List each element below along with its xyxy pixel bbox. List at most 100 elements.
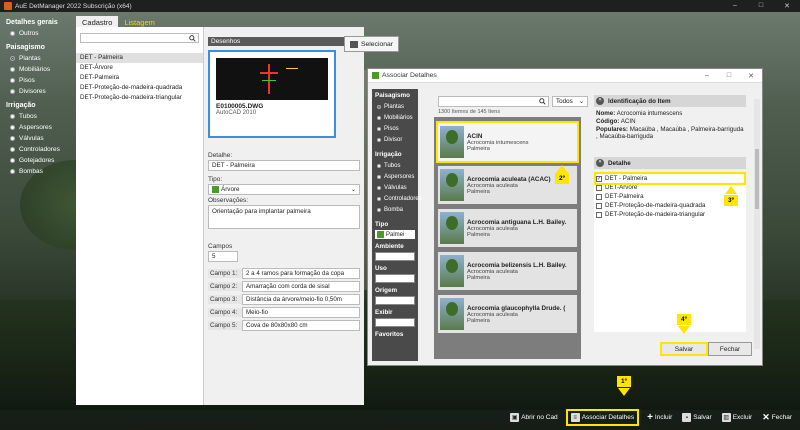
fields-count-stepper[interactable]: 5: [208, 251, 238, 262]
list-item[interactable]: DET-Árvore: [76, 63, 203, 73]
checkbox-icon: [596, 184, 602, 191]
filter-item-mobiliarios[interactable]: Mobiliários: [377, 115, 415, 121]
radio-icon: [10, 67, 15, 72]
item-card-name: Acrocomia antiguana L.H. Bailey.: [467, 218, 567, 226]
list-search-input[interactable]: [80, 33, 199, 43]
drawings-header: Desenhos: [208, 37, 360, 46]
exibir-filter-select[interactable]: [375, 318, 415, 327]
ambiente-filter-select[interactable]: [375, 252, 415, 261]
list-item[interactable]: DET-Proteção-de-madeira-triangular: [76, 93, 203, 103]
toolbar-label: Associar Detalhes: [581, 414, 635, 421]
checkbox-label: DET-Palmeira: [605, 193, 644, 200]
drawing-file-name: E0100005.DWG: [216, 103, 264, 110]
sidebar-item-label: Válvulas: [19, 135, 44, 142]
detail-checkbox[interactable]: ✓ DET - Palmeira: [594, 172, 746, 185]
filter-item-controladores[interactable]: Controladores: [377, 196, 422, 202]
filter-group-title: Origem: [375, 287, 398, 294]
drawing-thumbnail[interactable]: E0100005.DWG AutoCAD 2010: [208, 50, 336, 138]
palm-icon: [377, 231, 384, 238]
radio-icon: [10, 114, 15, 119]
sidebar-item-mobiliarios[interactable]: Mobiliários: [10, 66, 66, 73]
type-select[interactable]: Árvore ⌄: [208, 184, 360, 195]
item-card[interactable]: Acrocomia antiguana L.H. Bailey. Acrocomi…: [438, 209, 577, 247]
dialog-filter-sidebar: Paisagismo Plantas Mobiliários Pisos Div…: [372, 89, 422, 361]
open-in-cad-button[interactable]: ▣ Abrir no Cad: [510, 413, 558, 422]
sidebar-item-valvulas[interactable]: Válvulas: [10, 135, 66, 142]
field-label: Campo 4:: [208, 308, 242, 317]
detail-input[interactable]: DET - Palmeira: [208, 160, 360, 171]
radio-icon: [10, 31, 15, 36]
identification-section-header[interactable]: ^ Identificação do Item: [594, 95, 746, 107]
dialog-minimize-button[interactable]: –: [696, 72, 718, 80]
chevron-up-icon: ^: [596, 97, 604, 105]
checkbox-icon: [596, 211, 602, 218]
field-label: Campo 1:: [208, 269, 242, 278]
associate-details-button[interactable]: ≡ Associar Detalhes: [565, 409, 640, 426]
step-marker-3: 3º: [724, 195, 738, 206]
field-input[interactable]: 2 a 4 ramos para formação da copa: [242, 268, 360, 279]
filter-item-label: Aspersores: [384, 174, 415, 180]
tipo-filter-select[interactable]: Palmei: [375, 230, 415, 239]
save-toolbar-button[interactable]: ▪ Salvar: [682, 413, 712, 422]
step-marker-4: 4º: [677, 314, 691, 325]
sidebar-item-tubos[interactable]: Tubos: [10, 113, 66, 120]
field-input[interactable]: Amarração com corda de sisal: [242, 281, 360, 292]
detail-section-header[interactable]: ^ Detalhe: [594, 157, 746, 169]
select-drawing-button[interactable]: Selecionar: [344, 36, 399, 52]
origem-filter-select[interactable]: [375, 296, 415, 305]
filter-item-valvulas[interactable]: Válvulas: [377, 185, 415, 191]
filter-item-aspersores[interactable]: Aspersores: [377, 174, 415, 180]
list-item[interactable]: DET-Proteção-de-madeira-quadrada: [76, 83, 203, 93]
sidebar-item-gotejadores[interactable]: Gotejadores: [10, 157, 66, 164]
sidebar-item-plantas[interactable]: Plantas: [10, 55, 66, 62]
maximize-button[interactable]: □: [748, 2, 774, 10]
sidebar-item-pisos[interactable]: Pisos: [10, 77, 66, 84]
type-value: Árvore: [221, 186, 240, 193]
info-name-value: Acrocomia intumescens: [616, 110, 683, 117]
detail-checkbox[interactable]: DET-Proteção-de-madeira-quadrada: [596, 201, 744, 210]
item-search-input[interactable]: [438, 96, 549, 107]
scrollbar-thumb[interactable]: [755, 149, 759, 209]
filter-item-pisos[interactable]: Pisos: [377, 126, 415, 132]
notes-textarea[interactable]: Orientação para implantar palmeira: [208, 205, 360, 229]
detail-checkbox[interactable]: DET-Palmeira: [596, 192, 744, 201]
field-input[interactable]: Meio-fio: [242, 307, 360, 318]
dialog-close-button[interactable]: ✕: [740, 72, 762, 80]
detail-checkbox[interactable]: DET-Árvore: [596, 183, 744, 192]
filter-item-tubos[interactable]: Tubos: [377, 163, 415, 169]
close-window-button[interactable]: ✕: [774, 2, 800, 10]
list-item[interactable]: DET-Palmeira: [76, 73, 203, 83]
sidebar-group-title: Paisagismo: [6, 44, 45, 51]
sidebar-item-divisores[interactable]: Divisores: [10, 88, 66, 95]
filter-item-plantas[interactable]: Plantas: [377, 104, 415, 110]
save-button[interactable]: Salvar: [660, 342, 708, 356]
item-filter-select[interactable]: Todos ⌄: [552, 96, 588, 107]
type-label: Tipo:: [208, 176, 223, 183]
field-row: Campo 4: Meio-fio: [208, 307, 360, 318]
close-dialog-button[interactable]: Fechar: [708, 342, 752, 356]
sidebar-item-bombas[interactable]: Bombas: [10, 168, 66, 175]
dialog-scrollbar[interactable]: [754, 99, 760, 349]
close-button[interactable]: ✕ Fechar: [762, 412, 792, 423]
item-card[interactable]: ACIN Acrocomia intumescens Palmeira: [436, 121, 579, 163]
sidebar-item-outros[interactable]: Outros: [10, 30, 66, 37]
list-item[interactable]: DET - Palmeira: [76, 53, 203, 63]
sidebar-group-title: Detalhes gerais: [6, 19, 58, 26]
add-button[interactable]: + Incluir: [647, 412, 672, 423]
item-card[interactable]: Acrocomia belizensis L.H. Bailey. Acrocom…: [438, 252, 577, 290]
detail-checkbox[interactable]: DET-Proteção-de-madeira-triangular: [596, 210, 744, 219]
minimize-button[interactable]: –: [722, 2, 748, 10]
sidebar-item-controladores[interactable]: Controladores: [10, 146, 66, 153]
field-input[interactable]: Cova de 80x80x80 cm: [242, 320, 360, 331]
sidebar-item-aspersores[interactable]: Aspersores: [10, 124, 66, 131]
radio-icon: [10, 125, 15, 130]
uso-filter-select[interactable]: [375, 274, 415, 283]
delete-button[interactable]: ▥ Excluir: [721, 413, 752, 422]
filter-item-divisor[interactable]: Divisor: [377, 137, 415, 143]
detail-list: DET - Palmeira DET-Árvore DET-Palmeira D…: [76, 53, 203, 103]
chevron-down-icon: ⌄: [578, 98, 584, 105]
item-card[interactable]: Acrocomia glaucophylla Drude. (Acrocomia…: [438, 295, 577, 333]
field-input[interactable]: Distância da árvore/meio-fio 0,50m: [242, 294, 360, 305]
filter-item-bomba[interactable]: Bomba: [377, 207, 415, 213]
dialog-maximize-button[interactable]: □: [718, 72, 740, 80]
